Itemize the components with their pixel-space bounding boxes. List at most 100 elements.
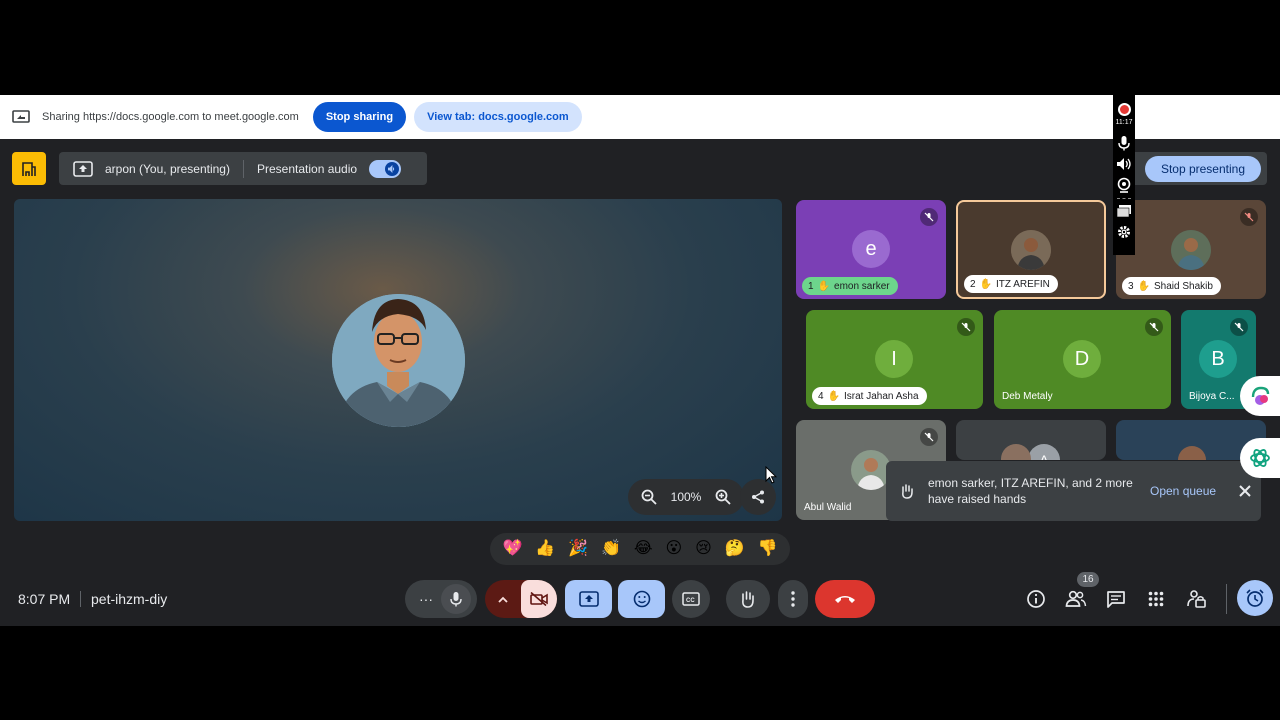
openai-icon — [1250, 449, 1270, 467]
stop-sharing-button[interactable]: Stop sharing — [312, 102, 407, 132]
raised-hand-icon — [902, 484, 913, 499]
send-reaction-button[interactable] — [618, 580, 665, 618]
hang-up-icon — [835, 596, 855, 603]
participant-name-pill: 3 ✋ Shaid Shakib — [1122, 277, 1221, 295]
chevron-up-icon[interactable] — [485, 580, 521, 618]
more-options-button[interactable] — [778, 580, 808, 618]
record-icon[interactable] — [1117, 103, 1131, 116]
reaction-thumbs-down[interactable]: 👎 — [758, 541, 778, 557]
participant-name: emon sarker — [834, 280, 890, 292]
participant-name-pill: 2 ✋ ITZ AREFIN — [964, 275, 1058, 293]
present-screen-icon — [73, 160, 93, 177]
people-button[interactable] — [1062, 585, 1090, 613]
participant-initial: A — [1028, 444, 1060, 460]
alarm-clock-icon — [1246, 589, 1264, 607]
reaction-surprised[interactable]: 😮 — [665, 541, 682, 557]
hand-icon: ✋ — [817, 280, 831, 292]
presentation-bar: arpon (You, presenting) Presentation aud… — [59, 152, 427, 185]
participant-tile[interactable]: 2 ✋ ITZ AREFIN — [956, 200, 1106, 299]
meeting-details-button[interactable] — [1022, 585, 1050, 613]
reaction-sad[interactable]: 😢 — [695, 541, 712, 557]
mic-off-icon — [1145, 318, 1163, 336]
microphone-icon[interactable] — [1118, 135, 1130, 151]
present-now-button[interactable] — [565, 580, 612, 618]
present-icon — [578, 591, 599, 607]
chat-button[interactable] — [1102, 585, 1130, 613]
hand-queue-number: 4 — [818, 390, 824, 402]
close-icon[interactable] — [1238, 484, 1252, 498]
hand-queue-number: 1 — [808, 280, 814, 292]
meet-logo — [12, 152, 46, 185]
participant-name: ITZ AREFIN — [996, 278, 1050, 290]
volume-icon[interactable] — [1116, 157, 1132, 171]
people-icon — [1065, 590, 1087, 607]
chatgpt-extension-button[interactable] — [1240, 438, 1280, 478]
captions-button[interactable]: CC — [672, 580, 710, 618]
mic-off-icon — [957, 318, 975, 336]
presenter-label: arpon (You, presenting) — [105, 161, 230, 176]
zoom-in-icon[interactable] — [715, 489, 731, 505]
mic-button[interactable] — [441, 584, 471, 614]
participant-tile[interactable]: e 1 ✋ emon sarker — [796, 200, 946, 299]
mic-off-icon — [1240, 208, 1258, 226]
chat-icon — [1107, 591, 1125, 608]
hand-queue-number: 3 — [1128, 280, 1134, 292]
top-right-blank — [1135, 95, 1280, 139]
timer-button[interactable] — [1237, 580, 1273, 616]
participant-photo — [1178, 446, 1206, 460]
participant-tile[interactable]: I 4 ✋ Israt Jahan Asha — [806, 310, 983, 409]
more-vert-icon — [791, 591, 795, 607]
open-queue-link[interactable]: Open queue — [1150, 484, 1216, 498]
hand-queue-number: 2 — [970, 278, 976, 290]
participant-name: Deb Metaly — [1002, 391, 1053, 402]
reaction-clapping[interactable]: 👏 — [601, 541, 621, 557]
reaction-sparkling-heart[interactable]: 💖 — [502, 541, 522, 557]
host-controls-button[interactable] — [1183, 585, 1211, 613]
participant-initial: D — [1063, 340, 1101, 378]
webcam-icon[interactable] — [1117, 177, 1131, 193]
gear-icon[interactable] — [1116, 224, 1132, 240]
participant-tile[interactable]: A — [956, 420, 1106, 460]
hand-icon: ✋ — [979, 278, 993, 290]
zoom-control: 100% — [628, 479, 744, 515]
clock-time: 8:07 PM — [18, 591, 71, 607]
window-icon[interactable] — [1116, 204, 1132, 218]
captions-icon: CC — [682, 592, 700, 606]
participant-name-pill: 1 ✋ emon sarker — [802, 277, 898, 295]
divider — [80, 591, 81, 607]
participant-tile[interactable]: 3 ✋ Shaid Shakib — [1116, 200, 1266, 299]
zoom-out-icon[interactable] — [641, 489, 657, 505]
activities-button[interactable] — [1142, 585, 1170, 613]
main-stage: 100% — [14, 199, 782, 521]
recording-time: 11:17 — [1115, 119, 1133, 126]
share-icon — [752, 490, 764, 504]
hand-icon: ✋ — [827, 390, 841, 402]
participant-photo — [1001, 444, 1031, 460]
zoom-level: 100% — [670, 490, 702, 504]
more-options-icon[interactable]: ··· — [411, 591, 433, 607]
view-tab-button[interactable]: View tab: docs.google.com — [414, 102, 582, 132]
stop-presenting-button[interactable]: Stop presenting — [1144, 155, 1261, 182]
presentation-audio-toggle[interactable] — [369, 159, 402, 178]
camera-off-icon — [530, 592, 548, 606]
leave-call-button[interactable] — [815, 580, 875, 618]
reaction-laughing[interactable]: 😂 — [634, 541, 653, 557]
divider — [1226, 584, 1227, 614]
reaction-party-popper[interactable]: 🎉 — [568, 541, 588, 557]
raised-hands-notification: emon sarker, ITZ AREFIN, and 2 more have… — [886, 461, 1261, 521]
brain-extension-icon — [1251, 386, 1270, 405]
raise-hand-button[interactable] — [726, 580, 770, 618]
reaction-thinking[interactable]: 🤔 — [725, 541, 745, 557]
share-button[interactable] — [740, 479, 776, 515]
participant-tile[interactable]: D Deb Metaly — [994, 310, 1171, 409]
participant-name: Israt Jahan Asha — [844, 390, 919, 402]
meeting-code: pet-ihzm-diy — [91, 591, 168, 607]
extension-brain-button[interactable] — [1240, 376, 1280, 416]
participant-name: Abul Walid — [804, 502, 852, 513]
mic-off-icon — [920, 428, 938, 446]
reaction-thumbs-up[interactable]: 👍 — [535, 541, 555, 557]
svg-text:CC: CC — [686, 598, 695, 604]
camera-control-group — [485, 580, 557, 618]
participant-initial: e — [852, 230, 890, 268]
camera-off-button[interactable] — [521, 580, 557, 618]
